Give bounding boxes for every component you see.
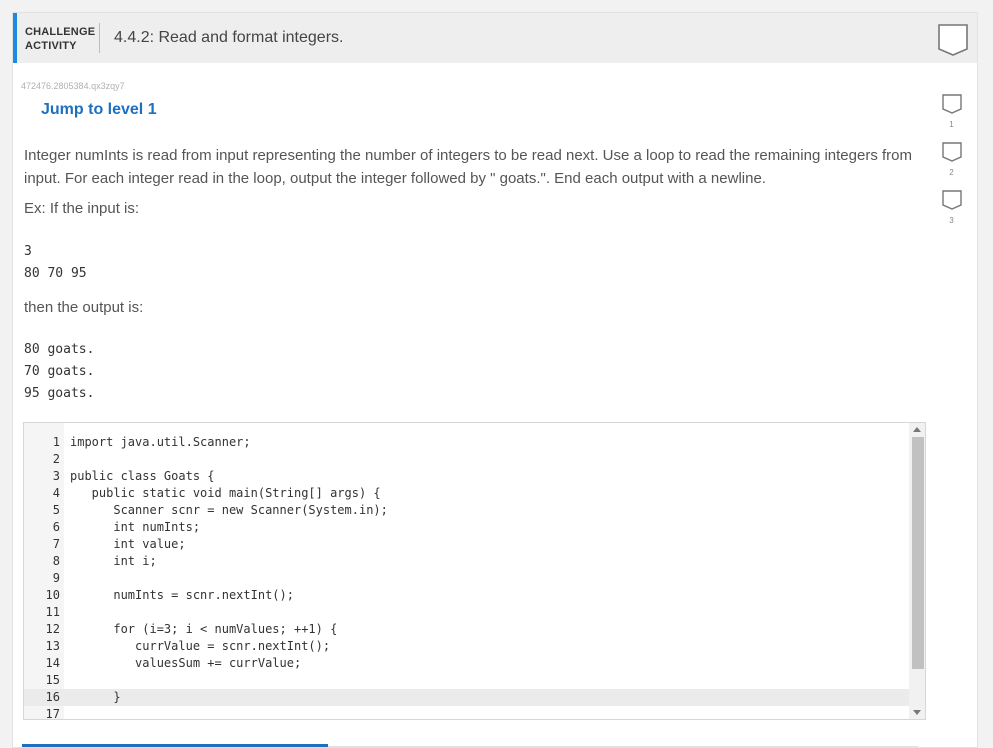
line-content[interactable]: numInts = scnr.nextInt(); <box>70 587 294 604</box>
line-number: 13 <box>45 639 60 653</box>
example-input-line: 3 <box>24 244 32 259</box>
code-line[interactable]: 15 <box>24 672 909 689</box>
line-content[interactable]: currValue = scnr.nextInt(); <box>70 638 330 655</box>
line-content[interactable]: int numInts; <box>70 519 200 536</box>
line-number: 14 <box>45 656 60 670</box>
level-number: 1 <box>949 120 954 129</box>
line-content[interactable]: for (i=3; i < numValues; ++1) { <box>70 621 337 638</box>
line-number: 12 <box>45 622 60 636</box>
level-badge-icon <box>941 190 962 210</box>
line-number: 11 <box>45 605 60 619</box>
line-number: 15 <box>45 673 60 687</box>
code-line[interactable]: 10 numInts = scnr.nextInt(); <box>24 587 909 604</box>
line-content[interactable]: public class Goats { <box>70 468 215 485</box>
line-number: 7 <box>52 537 60 551</box>
code-line[interactable]: 7 int value; <box>24 536 909 553</box>
then-text: then the output is: <box>24 299 144 316</box>
scrollbar-thumb[interactable] <box>912 437 924 669</box>
line-number: 9 <box>52 571 60 585</box>
line-number: 3 <box>52 469 60 483</box>
level-badge-icon <box>941 94 962 114</box>
code-line[interactable]: 5 Scanner scnr = new Scanner(System.in); <box>24 502 909 519</box>
line-number: 17 <box>45 707 60 720</box>
line-content[interactable]: valuesSum += currValue; <box>70 655 301 672</box>
level-indicators: 1 2 3 <box>939 93 964 237</box>
code-editor[interactable]: 1 import java.util.Scanner; 2 3 public class… <box>23 422 926 720</box>
example-output-line: 70 goats. <box>24 364 95 379</box>
line-content[interactable]: } <box>70 689 120 706</box>
line-content[interactable]: Scanner scnr = new Scanner(System.in); <box>70 502 388 519</box>
code-line[interactable]: 9 <box>24 570 909 587</box>
activity-header: CHALLENGE ACTIVITY 4.4.2: Read and forma… <box>13 13 977 63</box>
header-divider <box>99 23 100 53</box>
line-content[interactable]: public static void main(String[] args) { <box>70 485 381 502</box>
example-input-line: 80 70 95 <box>24 266 87 281</box>
code-line[interactable]: 3 public class Goats { <box>24 468 909 485</box>
line-content[interactable]: import java.util.Scanner; <box>70 434 251 451</box>
code-line[interactable]: 11 <box>24 604 909 621</box>
level-number: 3 <box>949 216 954 225</box>
code-line[interactable]: 14 valuesSum += currValue; <box>24 655 909 672</box>
activity-seed-id: 472476.2805384.qx3zqy7 <box>21 81 125 91</box>
line-number: 8 <box>52 554 60 568</box>
level-3-indicator[interactable]: 3 <box>939 189 964 237</box>
line-number: 2 <box>52 452 60 466</box>
code-line[interactable]: 17 <box>24 706 909 720</box>
header-accent-bar <box>13 13 17 63</box>
level-2-indicator[interactable]: 2 <box>939 141 964 189</box>
scroll-up-arrow-icon[interactable] <box>913 427 921 432</box>
progress-bar-filled <box>22 744 328 747</box>
code-line[interactable]: 4 public static void main(String[] args)… <box>24 485 909 502</box>
code-line[interactable]: 2 <box>24 451 909 468</box>
line-number: 10 <box>45 588 60 602</box>
example-intro: Ex: If the input is: <box>24 200 140 217</box>
code-line[interactable]: 1 import java.util.Scanner; <box>24 434 909 451</box>
code-line[interactable]: 8 int i; <box>24 553 909 570</box>
line-number: 1 <box>52 435 60 449</box>
code-line[interactable]: 13 currValue = scnr.nextInt(); <box>24 638 909 655</box>
line-number: 5 <box>52 503 60 517</box>
example-input-block: 3 80 70 95 <box>24 241 87 285</box>
example-output-block: 80 goats. 70 goats. 95 goats. <box>24 339 94 405</box>
scroll-down-arrow-icon[interactable] <box>913 710 921 715</box>
problem-description: Integer numInts is read from input repre… <box>24 147 912 187</box>
editor-scrollbar[interactable] <box>909 423 925 719</box>
code-line[interactable]: 6 int numInts; <box>24 519 909 536</box>
line-content[interactable]: int value; <box>70 536 185 553</box>
level-number: 2 <box>949 168 954 177</box>
line-number: 16 <box>45 690 60 704</box>
jump-to-level-link[interactable]: Jump to level 1 <box>41 101 157 119</box>
challenge-activity-card: CHALLENGE ACTIVITY 4.4.2: Read and forma… <box>12 12 978 748</box>
code-line[interactable]: 16 } <box>24 689 909 706</box>
line-number: 6 <box>52 520 60 534</box>
completion-badge-icon <box>937 23 969 62</box>
example-output-line: 80 goats. <box>24 342 95 357</box>
challenge-activity-label: CHALLENGE ACTIVITY <box>25 26 96 52</box>
code-lines[interactable]: 1 import java.util.Scanner; 2 3 public class… <box>24 434 909 720</box>
level-badge-icon <box>941 142 962 162</box>
example-output-line: 95 goats. <box>24 386 95 401</box>
level-1-indicator[interactable]: 1 <box>939 93 964 141</box>
code-line[interactable]: 12 for (i=3; i < numValues; ++1) { <box>24 621 909 638</box>
line-number: 4 <box>52 486 60 500</box>
line-content[interactable]: int i; <box>70 553 156 570</box>
activity-title: 4.4.2: Read and format integers. <box>114 29 344 46</box>
